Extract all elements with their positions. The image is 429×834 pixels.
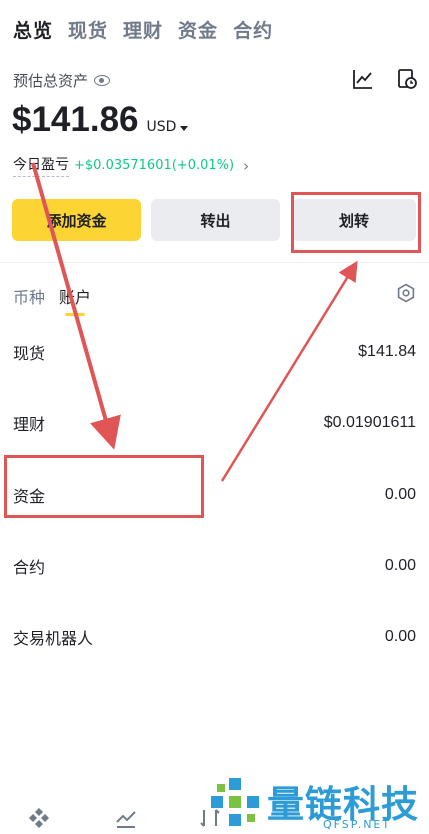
pnl-value: +$0.03571601(+0.01%) bbox=[74, 158, 235, 173]
watermark-site: QFSP.NET bbox=[323, 818, 392, 831]
account-row-earn[interactable]: 理财 $0.01901611 bbox=[0, 408, 429, 438]
account-row-trading-bot[interactable]: 交易机器人 0.00 bbox=[0, 622, 429, 652]
account-value: 0.00 bbox=[384, 628, 416, 645]
account-value: 0.00 bbox=[384, 557, 416, 574]
account-value: $141.84 bbox=[358, 343, 416, 360]
eye-icon[interactable] bbox=[94, 75, 111, 86]
funding-highlight-box bbox=[4, 455, 204, 518]
chart-icon[interactable] bbox=[352, 68, 374, 90]
sub-tab-bar: 币种 账户 bbox=[13, 284, 91, 316]
settings-icon[interactable] bbox=[396, 283, 416, 303]
account-name: 现货 bbox=[13, 344, 46, 363]
account-name: 交易机器人 bbox=[13, 629, 94, 648]
estimated-assets-row: 预估总资产 bbox=[13, 70, 111, 91]
add-funds-button[interactable]: 添加资金 bbox=[12, 199, 141, 241]
top-tab-bar: 总览 现货 理财 资金 合约 bbox=[13, 16, 273, 43]
tab-spot[interactable]: 现货 bbox=[68, 16, 108, 43]
tab-coin[interactable]: 币种 bbox=[13, 284, 45, 308]
pnl-row[interactable]: 今日盈亏 +$0.03571601(+0.01%) › bbox=[13, 154, 249, 177]
account-row-spot[interactable]: 现货 $141.84 bbox=[0, 337, 429, 367]
currency-selector[interactable]: USD bbox=[147, 119, 189, 135]
watermark: 量链科技 QFSP.NET bbox=[205, 772, 429, 834]
chevron-right-icon: › bbox=[243, 156, 250, 175]
account-name: 合约 bbox=[13, 558, 46, 577]
history-icon[interactable] bbox=[396, 68, 418, 90]
balance-row: $141.86 USD bbox=[12, 100, 189, 140]
estimated-assets-label: 预估总资产 bbox=[13, 72, 89, 90]
account-row-futures[interactable]: 合约 0.00 bbox=[0, 551, 429, 581]
pnl-label: 今日盈亏 bbox=[13, 154, 69, 177]
arrow-funding-to-transfer bbox=[220, 260, 358, 482]
tab-funding[interactable]: 资金 bbox=[178, 16, 218, 43]
account-value: $0.01901611 bbox=[323, 414, 416, 431]
markets-icon[interactable] bbox=[114, 806, 138, 830]
account-name: 理财 bbox=[13, 415, 46, 434]
home-icon[interactable] bbox=[27, 806, 51, 830]
account-value: 0.00 bbox=[384, 486, 416, 503]
section-divider bbox=[0, 262, 429, 263]
tab-futures[interactable]: 合约 bbox=[233, 16, 273, 43]
tab-overview[interactable]: 总览 bbox=[13, 16, 53, 43]
currency-label: USD bbox=[146, 119, 177, 135]
caret-down-icon bbox=[180, 125, 189, 131]
withdraw-button[interactable]: 转出 bbox=[151, 199, 280, 241]
transfer-highlight-box bbox=[291, 192, 421, 253]
total-balance: $141.86 bbox=[12, 100, 139, 139]
watermark-logo bbox=[211, 778, 259, 826]
tab-earn[interactable]: 理财 bbox=[123, 16, 163, 43]
tab-account[interactable]: 账户 bbox=[59, 284, 91, 316]
